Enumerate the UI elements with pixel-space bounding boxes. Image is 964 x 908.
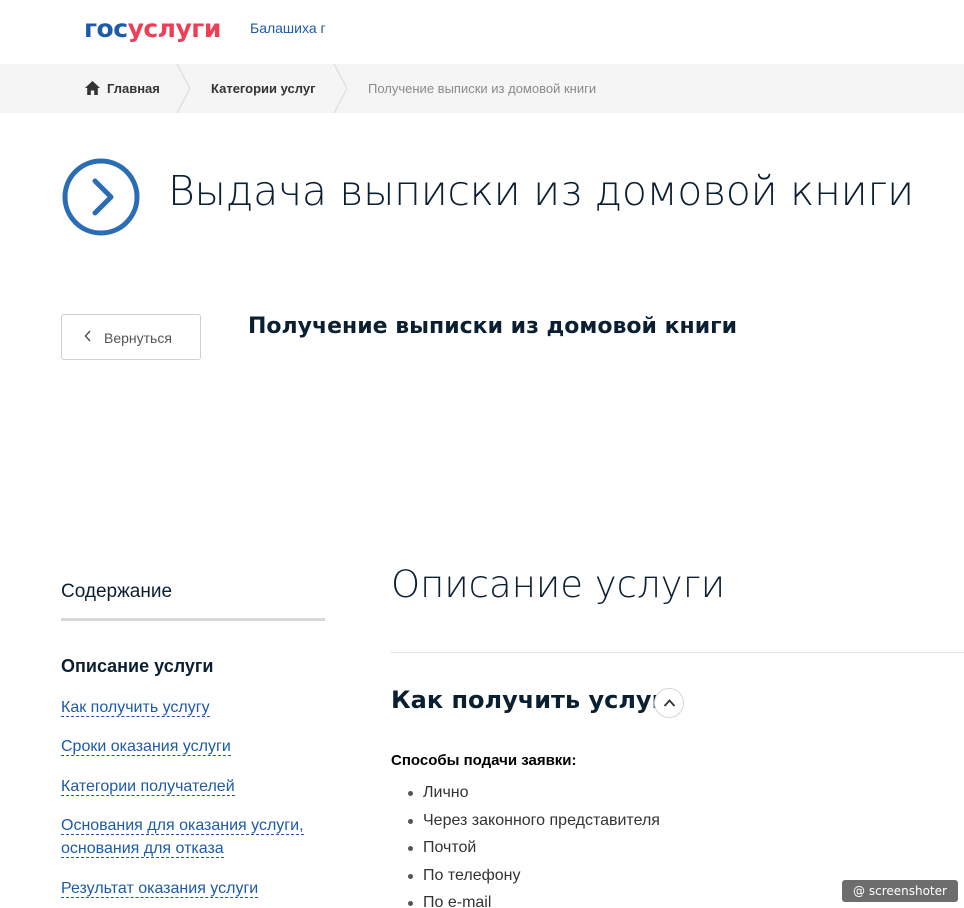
toc-item-active: Описание услуги [61,656,214,676]
home-icon [85,81,100,95]
screenshoter-watermark: @ screenshoter [842,880,958,902]
service-arrow-icon [62,158,140,236]
page-title: Выдача выписки из домовой книги [168,167,914,215]
section-divider [391,652,964,653]
toc-link-label: Как получить услугу [61,699,210,717]
toc-link-categories[interactable]: Категории получателей [61,775,235,798]
subsection-title: Как получить услугу [391,686,680,714]
back-button[interactable]: Вернуться [61,314,201,360]
breadcrumb-separator-icon [176,64,191,113]
breadcrumb-separator-icon [333,64,348,113]
site-header: госуслуги Балашиха г [0,0,964,64]
toc-link-label: Категории получателей [61,778,235,796]
service-subtitle: Получение выписки из домовой книги [248,314,738,339]
toc-divider [61,618,325,621]
chevron-left-icon [84,330,91,342]
toc-link-label: Результат оказания услуги [61,880,259,898]
chevron-up-icon [663,699,676,707]
toc-link-how-to-get[interactable]: Как получить услугу [61,696,210,719]
methods-list: Лично Через законного представителя Почт… [408,782,660,908]
toc-link-label: основания для отказа [61,840,224,858]
toc-link-label: Основания для оказания услуги, [61,817,304,835]
methods-label: Способы подачи заявки: [391,752,577,769]
gosuslugi-logo[interactable]: госуслуги [84,14,221,43]
toc-link-label: Сроки оказания услуги [61,738,231,756]
list-item: Через законного представителя [408,810,660,838]
toc-title: Содержание [61,581,173,602]
breadcrumb-home[interactable]: Главная [85,64,160,113]
breadcrumb-categories[interactable]: Категории услуг [211,64,316,113]
list-item: По телефону [408,865,660,893]
back-button-label: Вернуться [104,330,172,346]
breadcrumb-current: Получение выписки из домовой книги [368,81,597,96]
logo-part-gos: гос [84,14,128,43]
breadcrumb: Главная Категории услуг Получение выписк… [0,64,964,113]
list-item: Лично [408,782,660,810]
toc-link-grounds[interactable]: Основания для оказания услуги, основания … [61,814,304,860]
toc-link-result[interactable]: Результат оказания услуги [61,877,259,900]
city-selector[interactable]: Балашиха г [250,20,326,36]
list-item: По e-mail [408,892,660,908]
section-title: Описание услуги [391,563,726,606]
toc-link-terms[interactable]: Сроки оказания услуги [61,735,231,758]
logo-part-uslugi: услуги [127,14,222,43]
list-item: Почтой [408,837,660,865]
collapse-button[interactable] [654,688,684,718]
